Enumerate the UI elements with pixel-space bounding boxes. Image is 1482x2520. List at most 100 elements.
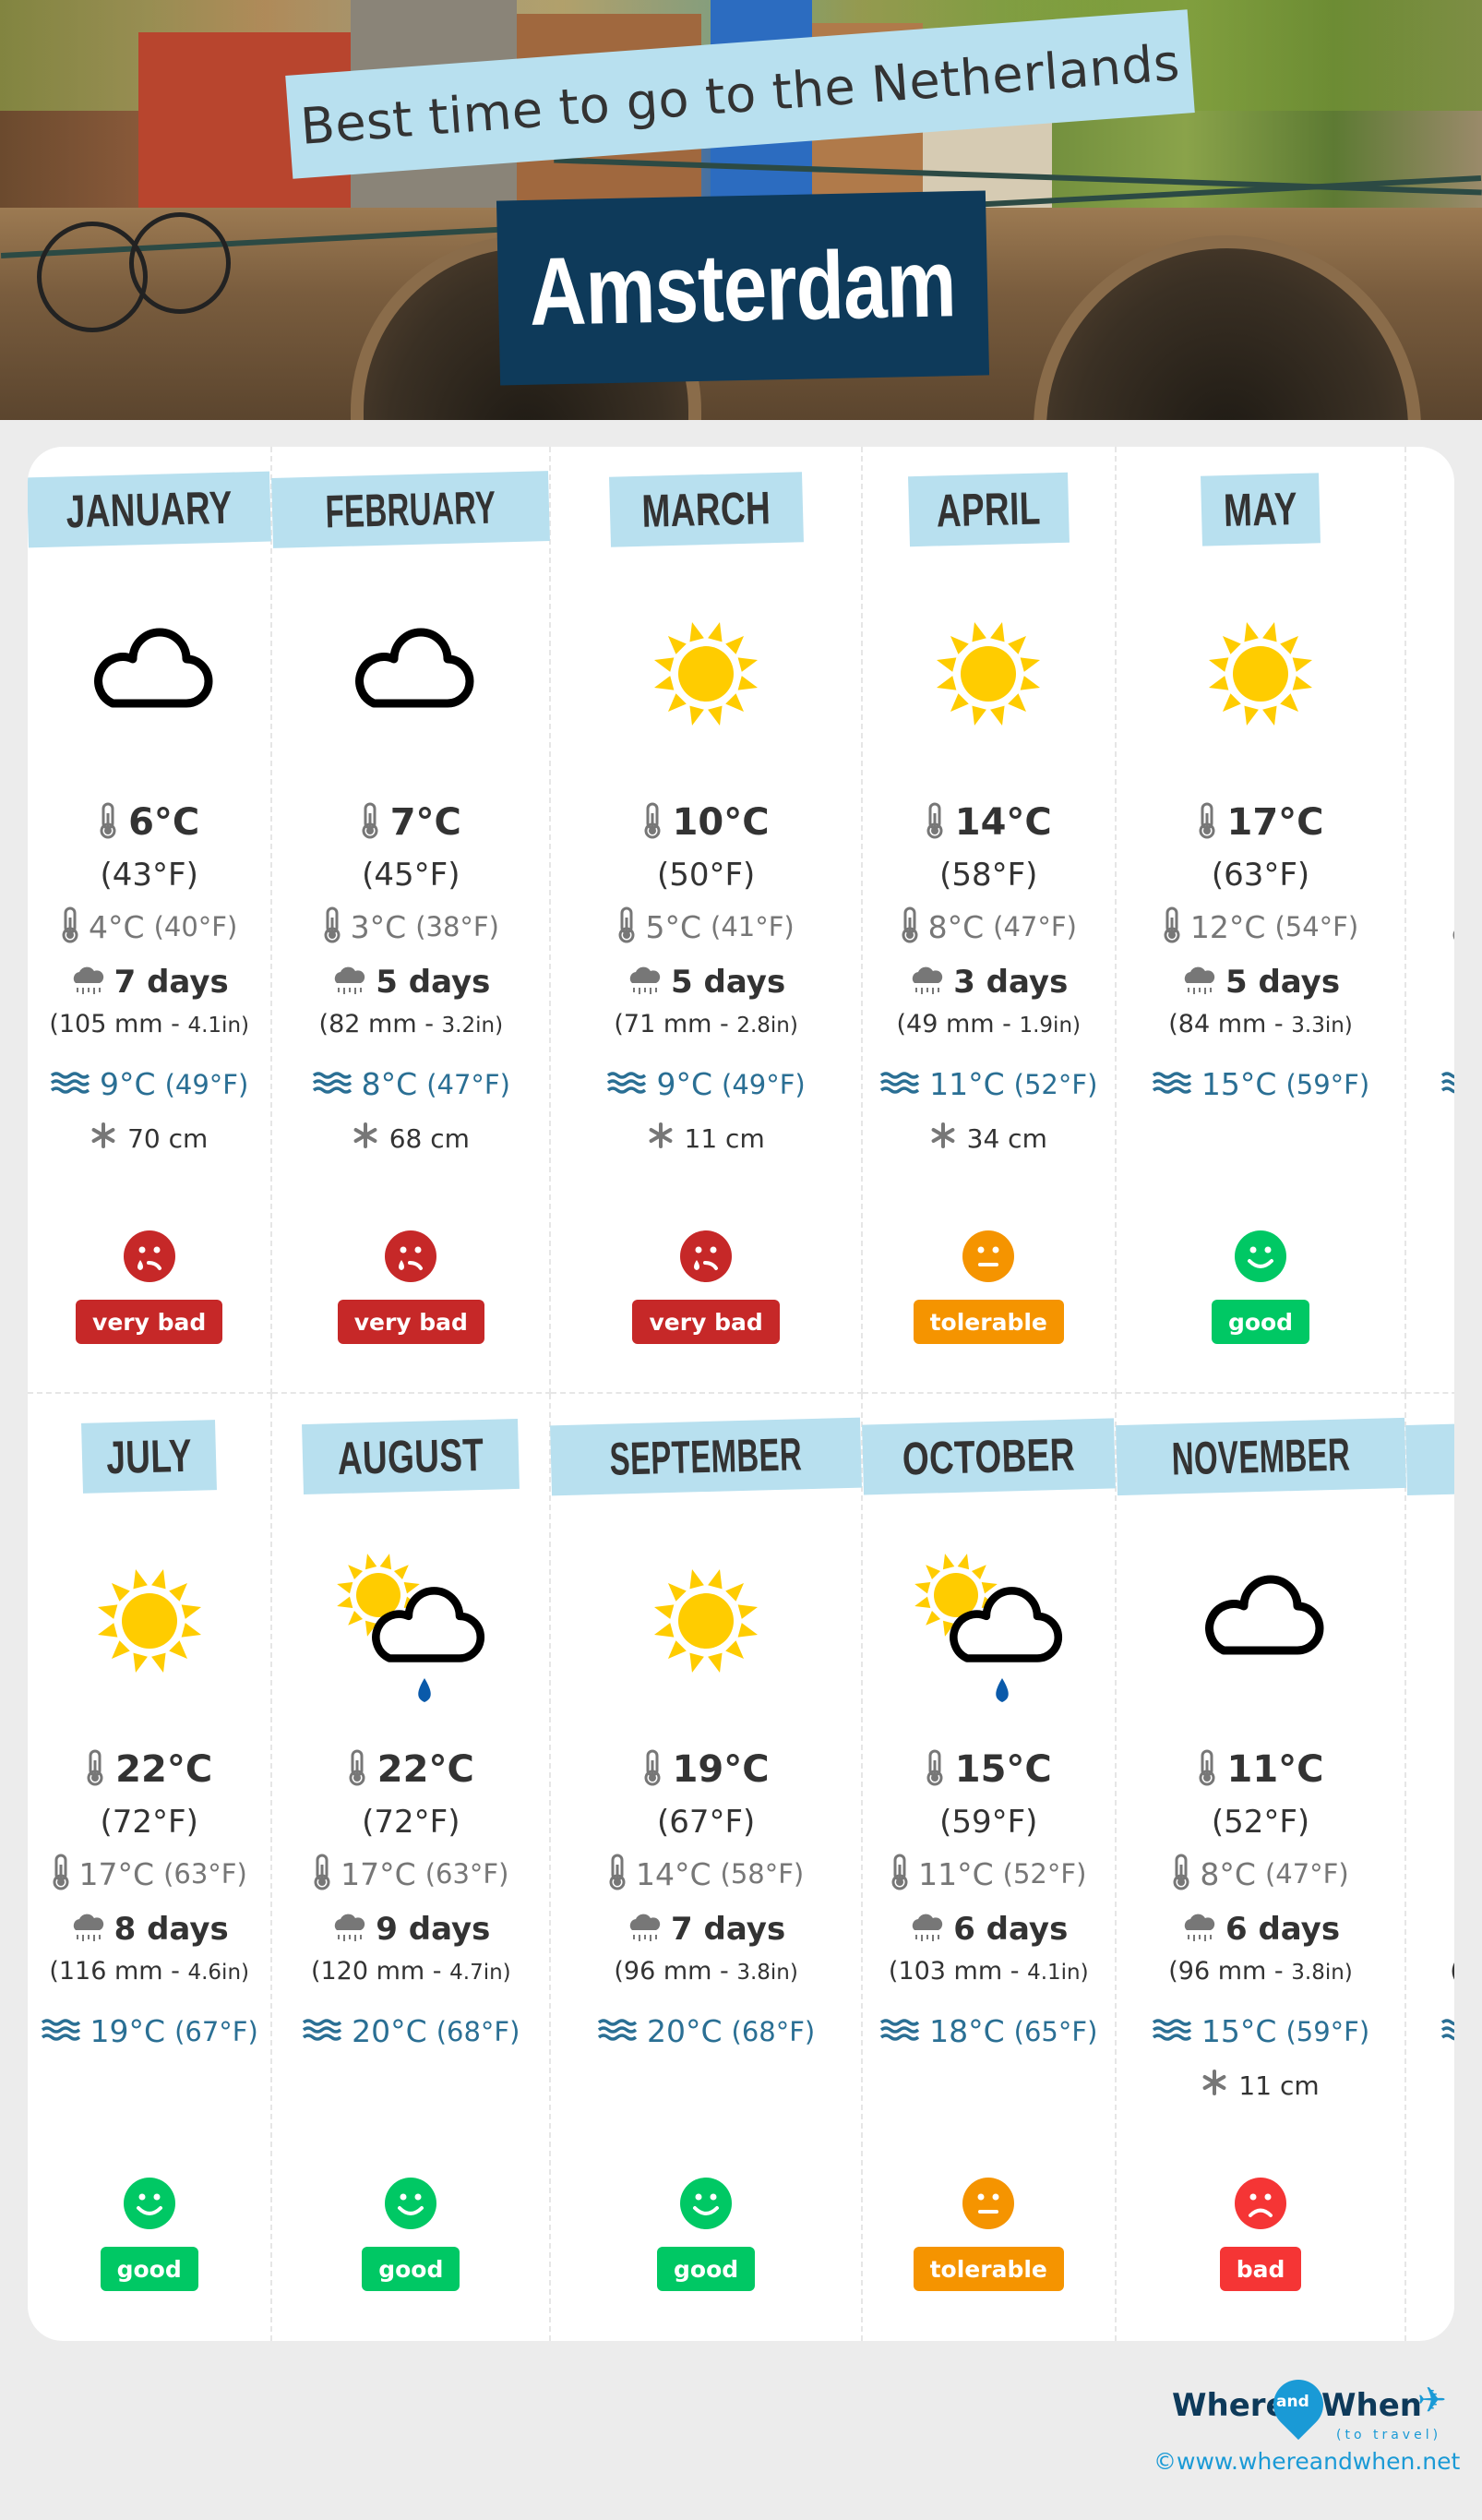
sea-temp-f: (47°F) — [426, 1068, 510, 1100]
snowflake-icon — [648, 1122, 674, 1155]
rain-days-row: 6 days — [1181, 1911, 1340, 1948]
month-label: FEBRUARY — [271, 471, 551, 548]
sun-icon — [623, 593, 789, 750]
rain-amount: (49 mm - 1.9in) — [897, 1010, 1082, 1038]
rain-days: 9 days — [376, 1911, 491, 1948]
sea-temp-c: 20°C — [352, 2013, 427, 2049]
snow-row: 11 cm — [1201, 2069, 1320, 2101]
rain-days-row: 5 days — [331, 964, 490, 1001]
month-column-august: AUGUST 22°C (72°F) 17°C (63°F) 9 days (1… — [272, 1394, 552, 2341]
min-temp-row: 17°C (63°F) — [313, 1854, 508, 1894]
min-temp-c: 5°C — [645, 908, 702, 945]
rain-in: 4.7in) — [449, 1961, 511, 1985]
rating: tolerable — [863, 1230, 1115, 1344]
rain-amount: (71 mm - 2.8in) — [614, 1010, 798, 1038]
sea-temp-row: 20°C (68°F) — [597, 2013, 815, 2049]
rain-mm: (84 mm - — [1168, 1010, 1292, 1038]
max-temp-f: (72°F) — [362, 1804, 460, 1841]
sea-temp-f: (59°F) — [1285, 1068, 1370, 1100]
rating: very bad — [551, 1230, 861, 1344]
page-title: Amsterdam — [528, 229, 958, 346]
waves-icon — [41, 2017, 81, 2046]
where-and-when-logo[interactable]: Where and When ✈ (to travel) — [1172, 2369, 1449, 2446]
waves-icon — [50, 1070, 90, 1099]
rain-cloud-icon — [70, 965, 105, 1000]
month-name: AUGUST — [337, 1428, 485, 1485]
snow-depth: 11 cm — [1238, 2070, 1320, 2101]
sun-icon — [1208, 621, 1313, 726]
rating-face-icon — [1234, 1230, 1287, 1287]
thermometer-low-icon — [61, 906, 79, 947]
rating-face-icon — [384, 1230, 437, 1287]
copyright-link[interactable]: ©www.whereandwhen.net — [1153, 2448, 1460, 2475]
sea-temp-f: (49°F) — [722, 1068, 806, 1100]
sea-temp-f: (67°F) — [174, 2015, 258, 2047]
rain-amount: (105 mm - 4.1in) — [49, 1010, 249, 1038]
min-temp-f: (47°F) — [1264, 1858, 1349, 1890]
cloud-icon — [328, 593, 494, 750]
month-column-february: FEBRUARY 7°C (45°F) 3°C (38°F) 5 days (8… — [271, 447, 552, 1394]
rain-days-row: 3 days — [909, 964, 1068, 1001]
thermometer-icon — [643, 1748, 662, 1791]
sea-temp-c: 15°C — [1201, 2013, 1277, 2049]
max-temp-row: 19°C — [643, 1748, 770, 1791]
hero-banner: Best time to go to the Netherlands Amste… — [0, 0, 1482, 420]
sea-temp-row: 18°C (65°F) — [879, 2013, 1097, 2049]
rating: good — [1406, 1230, 1454, 1344]
waves-icon — [312, 1070, 353, 1099]
sea-temp-c: 11°C — [929, 1066, 1005, 1102]
snow-depth: 34 cm — [966, 1122, 1047, 1154]
max-temp-c: 10°C — [672, 801, 770, 844]
max-temp-c: 22°C — [115, 1748, 213, 1791]
min-temp-row: 4°C (40°F) — [61, 906, 237, 947]
rain-mm: (116 mm - — [49, 1957, 188, 1986]
rain-days: 7 days — [671, 1911, 786, 1948]
sea-temp-f: (68°F) — [731, 2015, 816, 2047]
sea-temp-row: 19°C (67°F) — [41, 2013, 258, 2049]
rain-days-row: 6 days — [909, 1911, 1068, 1948]
rain-in: 4.6in) — [187, 1961, 250, 1985]
month-label: DECEMBER — [1405, 1417, 1454, 1496]
rain-in: 3.3in) — [1291, 1014, 1353, 1038]
rating-badge: very bad — [76, 1300, 223, 1344]
thermometer-low-icon — [608, 1854, 627, 1894]
min-temp-c: 8°C — [1200, 1855, 1256, 1892]
rain-cloud-icon — [909, 965, 944, 1000]
rain-cloud-icon — [627, 965, 662, 1000]
snowflake-icon — [930, 1122, 956, 1155]
rain-mm: (96 mm - — [614, 1957, 737, 1986]
thermometer-low-icon — [1172, 1854, 1190, 1894]
rain-cloud-icon — [331, 1912, 366, 1947]
min-temp-c: 8°C — [927, 908, 985, 945]
thermometer-icon — [1198, 801, 1216, 844]
rain-days: 7 days — [114, 964, 229, 1001]
cloud-icon — [355, 628, 474, 708]
waves-icon — [606, 1070, 647, 1099]
month-name: JANUARY — [65, 481, 233, 538]
rain-amount: (117 mm - 4.6in) — [1450, 1957, 1454, 1986]
month-column-january: JANUARY 6°C (43°F) 4°C (40°F) 7 days (10… — [28, 447, 273, 1394]
rain-days-row: 7 days — [70, 964, 229, 1001]
rain-amount: (84 mm - 3.3in) — [1168, 1010, 1353, 1038]
rain-cloud-icon — [1181, 965, 1216, 1000]
snow-depth: 11 cm — [684, 1122, 765, 1154]
snowflake-icon — [90, 1122, 116, 1155]
min-temp-row: 11°C (52°F) — [890, 1854, 1086, 1894]
snow-depth: 68 cm — [388, 1122, 470, 1154]
cloud-icon — [1177, 1540, 1344, 1697]
rain-in: 3.2in) — [441, 1014, 504, 1038]
rating-badge: very bad — [632, 1300, 780, 1344]
snow-row: 11 cm — [648, 1122, 765, 1154]
rating: good — [28, 2177, 270, 2291]
max-temp-c: 6°C — [128, 801, 200, 844]
thermometer-low-icon — [313, 1854, 331, 1894]
min-temp-f: (47°F) — [993, 911, 1077, 942]
sun-icon — [905, 593, 1071, 750]
rating-face-icon — [679, 2177, 733, 2234]
rain-amount: (116 mm - 4.6in) — [49, 1957, 249, 1986]
snowflake-icon — [353, 1122, 378, 1155]
rating-face-icon — [384, 2177, 437, 2234]
rain-days: 3 days — [953, 964, 1069, 1001]
rain-cloud-icon — [331, 965, 366, 1000]
min-temp-f: (63°F) — [424, 1858, 509, 1890]
